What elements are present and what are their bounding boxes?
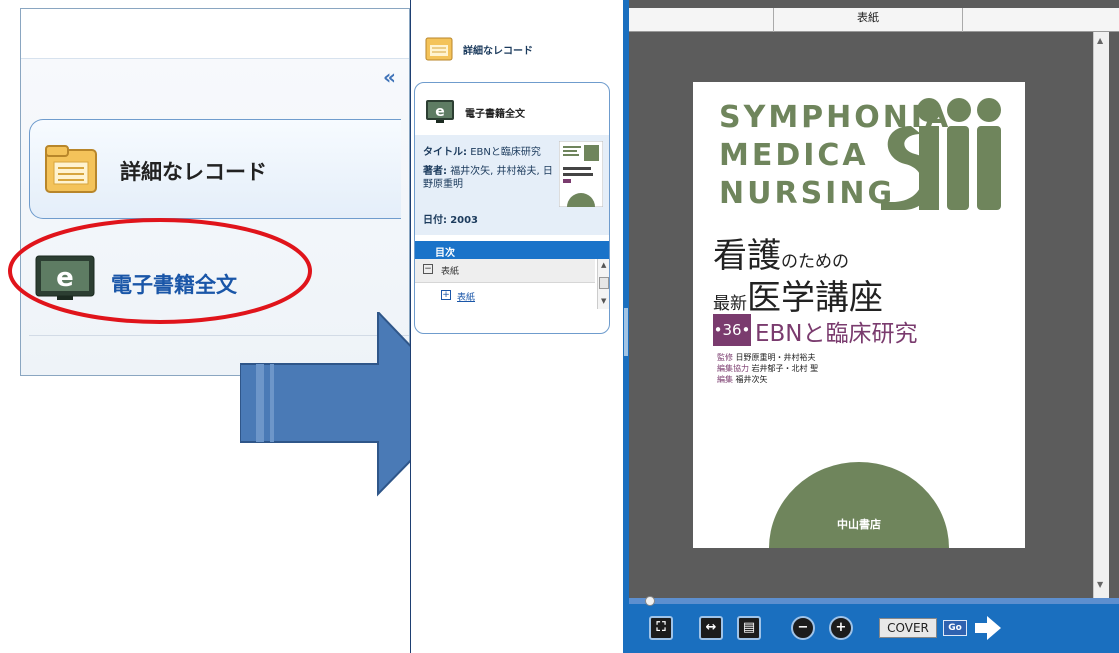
detailed-record-label: 詳細なレコード <box>120 160 267 184</box>
date-row: 日付: 2003 <box>423 211 478 226</box>
toc-list: − 表紙 + 表紙 ▲ ▼ <box>415 259 609 309</box>
splitter-grip[interactable] <box>624 308 628 356</box>
scroll-thumb[interactable] <box>599 277 609 289</box>
folder-icon <box>45 145 97 193</box>
ebook-fulltext-label: 電子書籍全文 <box>111 273 237 297</box>
svg-text:e: e <box>56 263 74 293</box>
date-value: 2003 <box>450 215 479 226</box>
svg-text:e: e <box>435 104 445 120</box>
slider-thumb[interactable] <box>645 596 655 606</box>
ebook-card: e 電子書籍全文 タイトル: EBNと臨床研究 著者: 福井次矢, 井村裕夫, … <box>414 82 610 334</box>
fullscreen-icon: ⛶ <box>656 620 666 635</box>
book-cover-page: SYMPHONIA MEDICA NURSING 看護のための 最新医学講座 •… <box>693 82 1025 548</box>
volume-badge: •36• <box>713 314 751 346</box>
fit-width-button[interactable]: ↔ <box>699 616 723 640</box>
ebook-icon: e <box>35 255 95 300</box>
book-subtitle: EBNと臨床研究 <box>755 321 918 347</box>
credit-line: 監修 日野原重明・井村裕夫 <box>717 353 816 362</box>
panel-top-band <box>21 9 409 59</box>
detailed-record-label: 詳細なレコード <box>463 46 533 57</box>
scroll-up-icon[interactable]: ▲ <box>601 261 606 269</box>
credits: 監修 日野原重明・井村裕夫 編集協力 岩井郁子・北村 聖 編集 福井次矢 <box>717 352 818 385</box>
detailed-record-button[interactable]: 詳細なレコード <box>29 119 401 219</box>
title-row: タイトル: EBNと臨床研究 <box>423 143 553 158</box>
ebook-icon: e <box>426 100 454 123</box>
ebook-fulltext-link[interactable]: e 電子書籍全文 <box>29 245 409 315</box>
page-input[interactable]: COVER <box>879 618 937 638</box>
ebook-fulltext-label: 電子書籍全文 <box>465 109 525 120</box>
cover-semicircle <box>769 462 949 548</box>
arrow-right-icon <box>975 616 1001 640</box>
title-label: タイトル: <box>423 147 467 158</box>
author-row: 著者: 福井次矢, 井村裕夫, 日野原重明 <box>423 165 553 191</box>
scroll-down-icon[interactable]: ▼ <box>601 297 606 305</box>
book-title-line2: 最新医学講座 <box>713 278 883 318</box>
folder-icon <box>425 37 453 61</box>
author-label: 著者: <box>423 166 447 177</box>
page-icon: ▤ <box>742 620 756 635</box>
zoom-in-icon: + <box>835 620 847 635</box>
zoom-out-button[interactable]: − <box>791 616 815 640</box>
scroll-down-icon[interactable]: ▼ <box>1097 580 1103 589</box>
go-button[interactable]: Go <box>943 620 967 636</box>
viewer-header: 表紙 <box>629 8 1119 32</box>
next-page-button[interactable] <box>975 616 1001 640</box>
record-meta: タイトル: EBNと臨床研究 著者: 福井次矢, 井村裕夫, 日野原重明 日付:… <box>415 135 609 235</box>
series-line: NURSING <box>719 176 896 211</box>
fullscreen-button[interactable]: ⛶ <box>649 616 673 640</box>
page-slider[interactable] <box>629 596 1119 606</box>
credit-line: 編集協力 岩井郁子・北村 聖 <box>717 364 819 373</box>
date-label: 日付: <box>423 215 447 226</box>
header-title-cell: 表紙 <box>773 8 963 32</box>
toc-item[interactable]: + 表紙 <box>429 287 589 307</box>
toc-item-label: 表紙 <box>441 267 460 277</box>
toc-header: 目次 <box>415 241 609 259</box>
detailed-record-link[interactable]: 詳細なレコード <box>425 34 605 62</box>
cover-thumbnail[interactable] <box>559 141 603 207</box>
title-value: EBNと臨床研究 <box>470 147 541 158</box>
collapse-sidebar-button[interactable]: « <box>383 65 396 89</box>
toc-scrollbar[interactable]: ▲ ▼ <box>597 259 609 309</box>
publisher-name: 中山書店 <box>837 518 881 531</box>
expand-toggle[interactable]: + <box>441 290 451 300</box>
scroll-up-icon[interactable]: ▲ <box>1097 36 1103 45</box>
fit-page-button[interactable]: ▤ <box>737 616 761 640</box>
ebook-viewer: 表紙 SYMPHONIA MEDICA NURSING 看護のための 最新医学講… <box>629 0 1119 653</box>
fit-width-icon: ↔ <box>705 620 717 635</box>
result-sidebar: 詳細なレコード e 電子書籍全文 タイトル: EBNと臨床研究 著者: 福井次矢… <box>410 0 623 653</box>
zoom-in-button[interactable]: + <box>829 616 853 640</box>
viewer-toolbar: ⛶ ↔ ▤ − + COVER Go <box>629 596 1119 653</box>
ebook-fulltext-link[interactable]: e 電子書籍全文 <box>425 99 605 127</box>
zoom-out-icon: − <box>797 620 809 635</box>
credit-line: 編集 福井次矢 <box>717 375 768 384</box>
page-title: 表紙 <box>857 11 879 24</box>
series-line: MEDICA <box>719 138 869 173</box>
viewer-scrollbar[interactable]: ▲ ▼ <box>1093 32 1109 598</box>
toc-item[interactable]: − 表紙 <box>415 259 595 283</box>
smn-logo <box>881 98 1001 210</box>
collapse-toggle[interactable]: − <box>423 264 433 274</box>
toc-item-link[interactable]: 表紙 <box>457 290 475 303</box>
